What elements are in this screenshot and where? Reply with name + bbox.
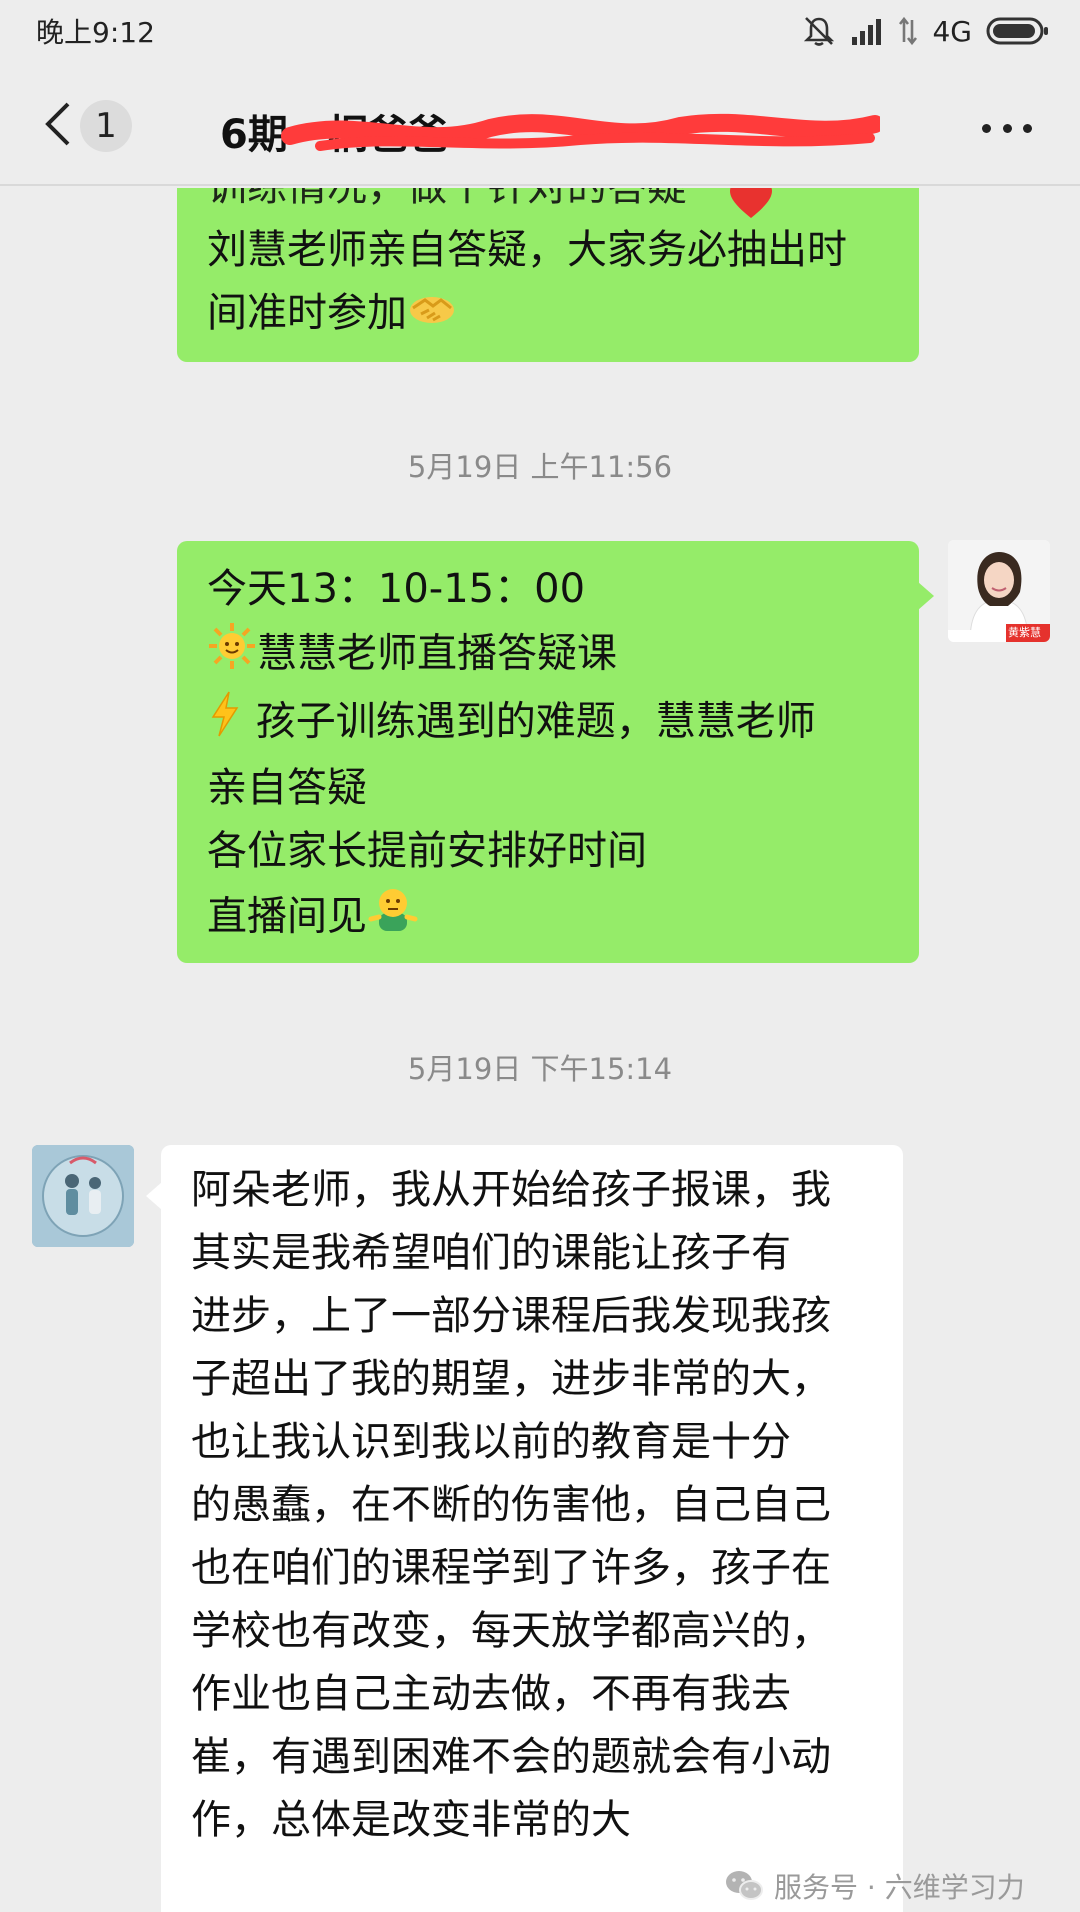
message-line: 进步，上了一部分课程后我发现我孩 [191, 1293, 831, 1339]
network-label: 4G [932, 14, 972, 48]
message-line: 作业也自己主动去做，不再有我去 [191, 1671, 791, 1717]
chat-area[interactable]: 训练情况，做个针对的答疑 刘慧老师亲自答疑，大家务必抽出时 间准时参加 5月19… [0, 188, 1080, 1912]
bubble-tail [918, 582, 934, 610]
avatar-image [32, 1145, 134, 1247]
avatar-name-tag: 黄紫慧 [1008, 626, 1041, 639]
message-line: 孩子训练遇到的难题，慧慧老师 [255, 698, 816, 745]
timestamp: 5月19日 下午15:14 [407, 1052, 673, 1086]
chat-title-text: 6期 [220, 112, 288, 156]
timestamp: 5月19日 上午11:56 [407, 450, 673, 484]
message-bubble[interactable]: 阿朵老师，我从开始给孩子报课，我 其实是我希望咱们的课能让孩子有 进步，上了一部… [161, 1145, 903, 1912]
mute-icon [804, 17, 835, 46]
message-line: 今天13：10-15：00 [207, 566, 586, 612]
sender-avatar[interactable]: 黄紫慧 [948, 540, 1050, 642]
message-line: 作，总体是改变非常的大 [191, 1797, 631, 1843]
message-line: 训练情况，做个针对的答疑 [207, 188, 889, 219]
message-line: 亲自答疑 [207, 765, 367, 811]
signal-icon [852, 19, 882, 45]
message-line: 学校也有改变，每天放学都高兴的， [191, 1608, 831, 1654]
watermark: 服务号 · 六维学习力 [724, 1866, 1025, 1906]
message-line: 间准时参加 [207, 290, 407, 336]
message-line: 也让我认识到我以前的教育是十分 [191, 1419, 791, 1465]
heart-emoji-icon [730, 188, 772, 218]
back-button[interactable] [38, 100, 78, 148]
unread-count-badge[interactable]: 1 [80, 100, 132, 152]
bubble-tail [146, 1182, 162, 1210]
more-icon-dot [982, 123, 991, 133]
shrug-emoji-icon [367, 883, 419, 954]
data-arrows-icon [899, 16, 918, 46]
status-time: 晚上9:12 [36, 16, 155, 49]
message-line: 子超出了我的期望，进步非常的大， [191, 1356, 831, 1402]
message-line: 也在咱们的课程学到了许多，孩子在 [191, 1545, 831, 1591]
message-line: 阿朵老师，我从开始给孩子报课，我 [191, 1167, 831, 1213]
wechat-icon [726, 1871, 763, 1900]
message-line: 其实是我希望咱们的课能让孩子有 [191, 1230, 791, 1276]
watermark-text: 服务号 · 六维学习力 [774, 1871, 1025, 1904]
more-icon-dot [1002, 123, 1012, 133]
message-line-wrap: 间准时参加 [207, 282, 889, 347]
message-line: 刘慧老师亲自答疑，大家务必抽出时 [207, 227, 847, 273]
message-bubble[interactable]: 训练情况，做个针对的答疑 刘慧老师亲自答疑，大家务必抽出时 间准时参加 [177, 188, 919, 362]
chat-header: 1 6期 桐爸爸 [0, 62, 1080, 186]
message-line: 慧慧老师直播答疑课 [257, 630, 617, 677]
message-line-wrap: 慧慧老师直播答疑课 [207, 621, 889, 690]
more-button[interactable] [982, 118, 1032, 138]
message-line-wrap: 孩子训练遇到的难题，慧慧老师 [207, 690, 889, 757]
status-icons: 4G [802, 15, 1050, 48]
status-bar: 晚上9:12 4G [0, 0, 1080, 62]
message-line: 直播间见 [207, 893, 367, 940]
battery-icon [986, 17, 1048, 45]
redaction-scribble [281, 113, 880, 151]
handshake-emoji-icon [407, 284, 457, 347]
message-line-wrap: 直播间见 [207, 883, 889, 954]
message-bubble[interactable]: 今天13：10-15：00 慧慧老师直播答疑课 孩子训练遇到的难题，慧慧老师 亲… [177, 541, 919, 963]
more-icon-dot [1023, 123, 1032, 133]
back-chevron-icon [45, 102, 70, 146]
contact-avatar[interactable] [32, 1145, 134, 1247]
message-line: 崔，有遇到困难不会的题就会有小动 [191, 1734, 831, 1780]
lightning-emoji-icon [207, 690, 243, 757]
message-line: 各位家长提前安排好时间 [207, 828, 647, 874]
message-line: 的愚蠢，在不断的伤害他，自己自己 [191, 1482, 831, 1528]
sun-emoji-icon [207, 621, 257, 690]
